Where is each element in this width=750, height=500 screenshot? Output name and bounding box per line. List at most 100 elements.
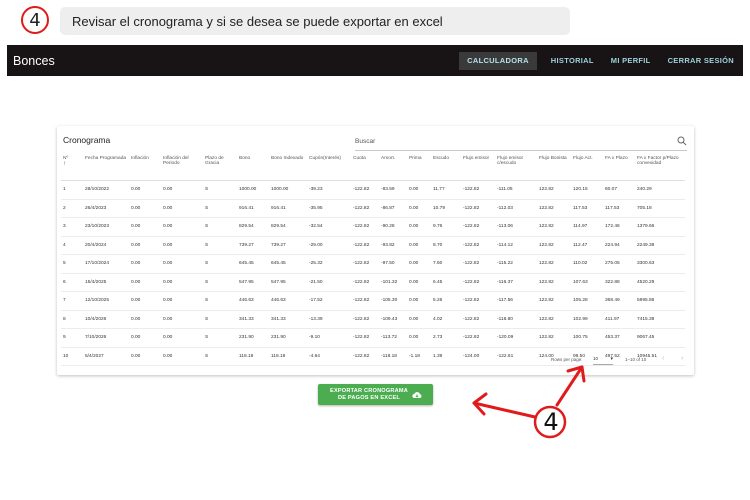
table-cell: 112.47 (571, 236, 603, 255)
table-cell: 26/4/2023 (83, 199, 129, 218)
table-cell: 0.00 (129, 347, 161, 366)
table-cell: 122.82 (537, 180, 571, 200)
column-header[interactable]: FA x Plazo (603, 154, 635, 181)
table-cell: 8 (61, 310, 83, 329)
table-cell: 7415.38 (635, 310, 685, 329)
table-cell: 23/10/2023 (83, 217, 129, 237)
table-cell: 0.00 (129, 180, 161, 200)
table-cell: -122.82 (351, 254, 379, 274)
table-cell: -122.82 (461, 217, 495, 237)
table-cell: -13.39 (307, 310, 351, 329)
table-cell: 0.00 (129, 199, 161, 218)
table-cell: S (203, 199, 237, 218)
table-cell: 5.26 (431, 291, 461, 311)
table-cell: 453.37 (603, 328, 635, 348)
column-header[interactable]: Escudo (431, 154, 461, 181)
table-cell: -1.18 (407, 347, 431, 366)
rows-per-page-select[interactable]: 10 ▾ (593, 356, 613, 365)
column-header[interactable]: Fecha Programada (83, 154, 129, 181)
search-input[interactable]: Buscar (355, 136, 687, 151)
column-header[interactable]: Inflación del Periodo (161, 154, 203, 181)
table-cell: 11.77 (431, 180, 461, 200)
table-cell: -122.82 (351, 273, 379, 292)
search-icon[interactable] (677, 136, 687, 146)
table-cell: -114.12 (495, 236, 537, 255)
table-cell: -113.06 (495, 217, 537, 237)
table-cell: -83.59 (379, 180, 407, 200)
table-cell: 122.82 (537, 328, 571, 348)
nav-historial[interactable]: HISTORIAL (543, 52, 602, 70)
table-row: 10 5/4/2027 0.00 0.00 S 118.18 118.18 -4.64 -122… (61, 347, 685, 366)
table-cell: -117.56 (495, 291, 537, 311)
table-cell: -122.82 (461, 310, 495, 329)
table-cell: -35.95 (307, 199, 351, 218)
column-header[interactable]: Bono Indexado (269, 154, 307, 181)
table-cell: -122.82 (351, 310, 379, 329)
table-cell: 1000.00 (269, 180, 307, 200)
table-cell: 15/4/2025 (83, 273, 129, 292)
column-header[interactable]: Inflación (129, 154, 161, 181)
column-header-label: FA x Factor p/Plazo convexidad (637, 156, 679, 166)
column-header[interactable]: Flujo Act. (571, 154, 603, 181)
table-row: 9 7/10/2026 0.00 0.00 S 231.90 231.90 -9.10 -122… (61, 328, 685, 348)
table-cell: -120.09 (495, 328, 537, 348)
column-header[interactable]: Flujo emisor (461, 154, 495, 181)
table-cell: 547.95 (237, 273, 269, 292)
column-header[interactable]: FA x Factor p/Plazo convexidad (635, 154, 685, 181)
export-label-line2: DE PAGOS EN EXCEL (337, 394, 401, 401)
next-page-icon[interactable]: › (681, 355, 683, 362)
search-placeholder: Buscar (355, 138, 376, 145)
table-cell: 341.33 (269, 310, 307, 329)
previous-page-icon[interactable]: ‹ (662, 355, 664, 362)
table-cell: 916.41 (269, 199, 307, 218)
table-cell: 122.82 (537, 291, 571, 311)
table-cell: 107.63 (571, 273, 603, 292)
table-cell: 341.33 (237, 310, 269, 329)
table-cell: 122.82 (537, 199, 571, 218)
table-cell: -9.10 (307, 328, 351, 348)
export-excel-button[interactable]: EXPORTAR CRONOGRAMA DE PAGOS EN EXCEL (318, 384, 433, 405)
column-header[interactable]: Amort. (379, 154, 407, 181)
column-header[interactable]: Bono (237, 154, 269, 181)
table-cell: 10.79 (431, 199, 461, 218)
table-cell: 739.27 (269, 236, 307, 255)
table-cell: 2 (61, 199, 83, 218)
table-cell: 368.49 (603, 291, 635, 311)
nav-cerrar-sesion[interactable]: CERRAR SESIÓN (660, 52, 742, 70)
table-cell: -4.64 (307, 347, 351, 366)
table-cell: S (203, 347, 237, 366)
table-cell: -109.43 (379, 310, 407, 329)
column-header[interactable]: Nº ↑ (61, 154, 83, 181)
table-cell: 0.00 (161, 199, 203, 218)
table-cell: -122.82 (461, 199, 495, 218)
nav-mi-perfil[interactable]: MI PERFIL (603, 52, 659, 70)
column-header[interactable]: Cupón(Interés) (307, 154, 351, 181)
table-cell: 0.00 (129, 236, 161, 255)
table-cell: -122.82 (461, 236, 495, 255)
column-header[interactable]: Prima (407, 154, 431, 181)
table-cell: -122.82 (351, 328, 379, 348)
nav-calculadora[interactable]: CALCULADORA (459, 51, 537, 70)
table-cell: 8.70 (431, 236, 461, 255)
table-cell: 28/10/2022 (83, 180, 129, 200)
table-cell: 114.97 (571, 217, 603, 237)
sort-arrow-icon[interactable]: ↑ (63, 161, 81, 167)
column-header[interactable]: Plazo de Gracia (203, 154, 237, 181)
column-header[interactable]: Flujo emisor c/escudo (495, 154, 537, 181)
schedule-card: Cronograma Buscar Nº ↑ Fecha Programada Inf… (57, 126, 694, 375)
table-row: 2 26/4/2023 0.00 0.00 S 916.41 916.41 -35.95 -12… (61, 199, 685, 218)
column-header-label: Flujo Act. (573, 156, 593, 161)
table-cell: -21.50 (307, 273, 351, 292)
table-cell: 3300.63 (635, 254, 685, 274)
table-cell: -105.30 (379, 291, 407, 311)
app-brand[interactable]: Bonces (13, 54, 459, 68)
table-cell: 1 (61, 180, 83, 200)
column-header[interactable]: Cuota (351, 154, 379, 181)
table-cell: 2249.38 (635, 236, 685, 255)
table-cell: 6.45 (431, 273, 461, 292)
cloud-download-icon (412, 391, 422, 398)
table-cell: 17/10/2024 (83, 254, 129, 274)
column-header[interactable]: Flujo Bonista (537, 154, 571, 181)
table-cell: -122.82 (351, 291, 379, 311)
table-cell: 0.00 (129, 291, 161, 311)
